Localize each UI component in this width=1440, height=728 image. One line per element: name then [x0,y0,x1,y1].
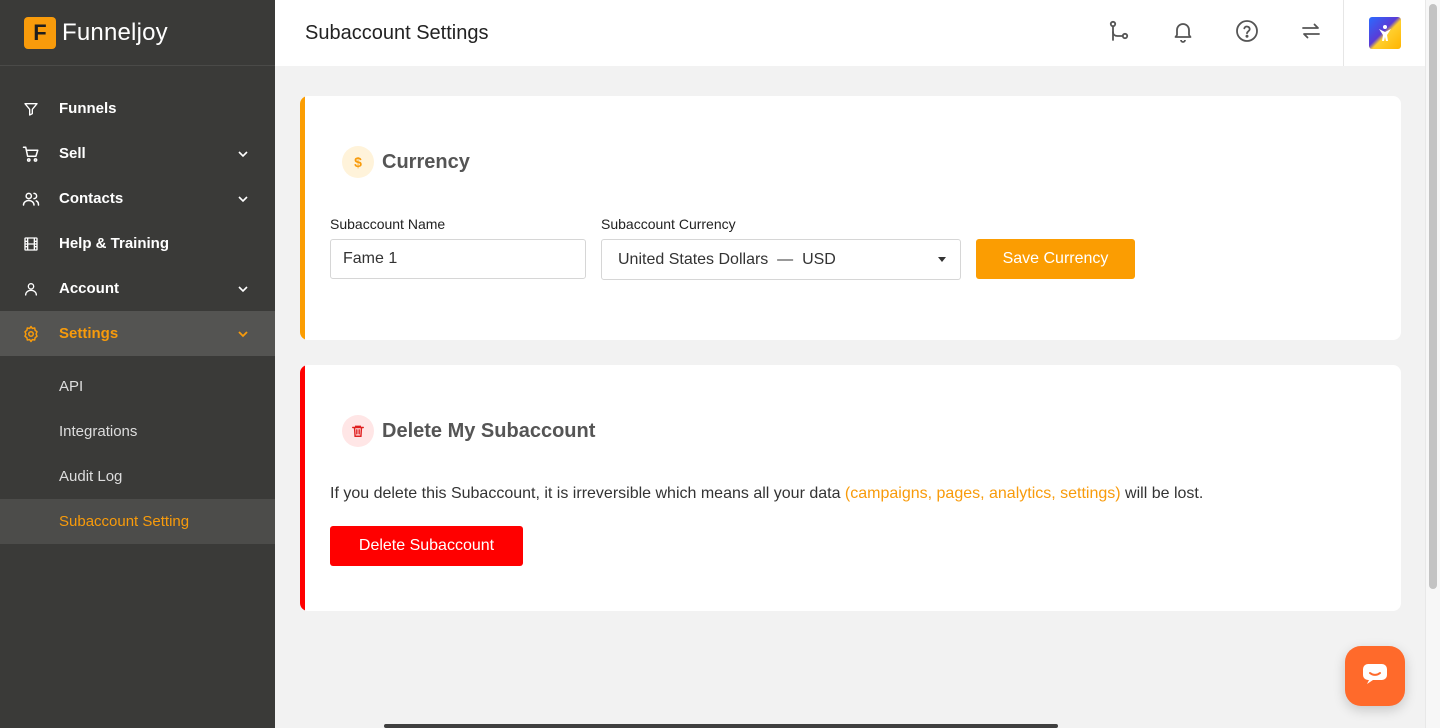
sidebar-item-help-training[interactable]: Help & Training [0,221,275,266]
brand[interactable]: F Funneljoy [0,0,275,66]
warning-highlight: (campaigns, pages, analytics, settings) [844,485,1121,502]
scrollbar-thumb[interactable] [1429,4,1437,589]
sidebar-item-contacts[interactable]: Contacts [0,176,275,221]
gear-icon [22,325,40,343]
brand-logo: F [24,16,56,49]
sync-icon [1299,19,1323,48]
avatar-button[interactable] [1343,0,1425,66]
currency-card: $ Currency Subaccount Name Subaccount Cu… [300,96,1401,340]
cart-icon [22,145,40,163]
delete-card-header: Delete My Subaccount [342,415,595,447]
sync-button[interactable] [1279,0,1343,66]
subaccount-name-label: Subaccount Name [330,216,446,232]
chevron-down-icon [237,283,249,295]
save-currency-button[interactable]: Save Currency [976,239,1135,279]
subaccount-currency-label: Subaccount Currency [601,216,736,232]
warning-text-start: If you delete this Subaccount, it is irr… [330,485,845,502]
card-accent-bar [300,365,305,611]
sidebar-item-settings[interactable]: Settings [0,311,275,356]
delete-warning-text: If you delete this Subaccount, it is irr… [330,485,1203,503]
sidebar-item-sell[interactable]: Sell [0,131,275,176]
notifications-button[interactable] [1151,0,1215,66]
card-accent-bar [300,96,305,340]
sidebar: F Funneljoy Funnels Sell Contacts Help &… [0,0,275,728]
brand-name: Funneljoy [62,18,168,46]
delete-card-title: Delete My Subaccount [382,419,596,442]
chat-widget-button[interactable] [1345,646,1405,706]
sidebar-subitem-audit-log[interactable]: Audit Log [0,454,275,499]
sidebar-subitem-integrations[interactable]: Integrations [0,409,275,454]
dollar-icon: $ [342,146,374,178]
sidebar-subitem-api[interactable]: API [0,364,275,409]
delete-subaccount-card: Delete My Subaccount If you delete this … [300,365,1401,611]
help-button[interactable] [1215,0,1279,66]
currency-card-header: $ Currency [342,146,470,178]
users-icon [22,190,40,208]
avatar [1368,17,1401,49]
caret-down-icon [938,257,946,262]
sidebar-nav: Funnels Sell Contacts Help & Training Ac… [0,66,275,544]
film-icon [22,235,40,253]
currency-select[interactable]: United States Dollars — USD [601,239,961,280]
sidebar-item-label: Help & Training [59,235,170,252]
chevron-down-icon [237,148,249,160]
sidebar-item-label: Account [59,280,119,297]
sidebar-item-label: Contacts [59,190,124,207]
vertical-scrollbar[interactable] [1425,0,1440,728]
sidebar-item-label: Settings [59,325,119,342]
git-branch-icon [1107,19,1131,48]
sidebar-item-funnels[interactable]: Funnels [0,86,275,131]
trash-icon [342,415,374,447]
chevron-down-icon [237,328,249,340]
sidebar-item-label: Funnels [59,100,117,117]
delete-subaccount-button[interactable]: Delete Subaccount [330,526,523,566]
page-title: Subaccount Settings [305,21,489,44]
sidebar-item-label: Sell [59,145,86,162]
user-icon [22,280,40,298]
warning-text-end: will be lost. [1120,485,1204,502]
sidebar-item-account[interactable]: Account [0,266,275,311]
avatar-figure-icon [1378,25,1391,41]
topbar-icons [1087,0,1425,66]
bell-icon [1171,19,1195,48]
settings-submenu: API Integrations Audit Log Subaccount Se… [0,356,275,544]
sidebar-subitem-subaccount-setting[interactable]: Subaccount Setting [0,499,275,544]
subaccount-name-input[interactable] [330,239,586,279]
topbar: Subaccount Settings [275,0,1425,66]
horizontal-scrollbar[interactable] [384,724,1058,728]
currency-select-value: United States Dollars — USD [618,250,836,268]
help-circle-icon [1235,19,1259,48]
currency-card-title: Currency [382,150,470,173]
chat-icon [1362,663,1388,690]
filter-icon [22,100,40,118]
git-branch-button[interactable] [1087,0,1151,66]
chevron-down-icon [237,193,249,205]
